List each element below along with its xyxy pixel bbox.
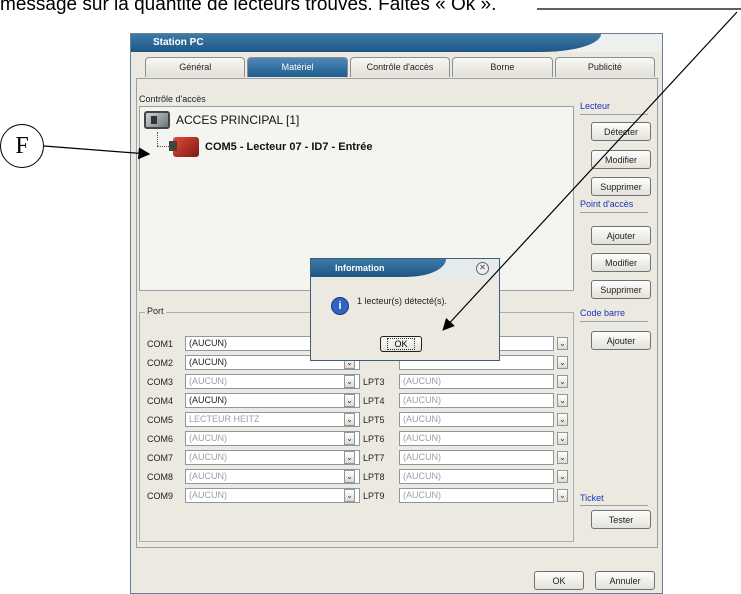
com-label: COM3 [147, 377, 174, 387]
chevron-down-icon[interactable]: ⌄ [557, 375, 568, 388]
divider [580, 212, 648, 213]
com-label: COM2 [147, 358, 174, 368]
chevron-down-icon[interactable]: ⌄ [557, 489, 568, 502]
modify-access-point-button[interactable]: Modifier [591, 253, 651, 272]
chevron-down-icon[interactable]: ⌄ [344, 451, 355, 464]
tab-bar: Général Matériel Contrôle d'accès Borne … [145, 57, 656, 78]
cancel-button[interactable]: Annuler [595, 571, 655, 590]
port-group-label: Port [145, 306, 166, 316]
com-select[interactable]: (AUCUN) [185, 431, 360, 446]
com-label: COM6 [147, 434, 174, 444]
chevron-down-icon[interactable]: ⌄ [344, 394, 355, 407]
chevron-down-icon[interactable]: ⌄ [344, 432, 355, 445]
dialog-titlebar: Information [311, 259, 499, 277]
reader-icon [169, 137, 199, 157]
divider [580, 114, 648, 115]
lpt-select[interactable]: (AUCUN) [399, 374, 554, 389]
chevron-down-icon[interactable]: ⌄ [344, 470, 355, 483]
lpt-label: LPT8 [363, 472, 385, 482]
add-barcode-button[interactable]: Ajouter [591, 331, 651, 350]
info-icon: i [331, 297, 349, 315]
access-point-group-label: Point d'accès [580, 199, 634, 209]
lpt-label: LPT3 [363, 377, 385, 387]
tree-node-reader[interactable]: COM5 - Lecteur 07 - ID7 - Entrée [169, 137, 373, 157]
lpt-select[interactable]: (AUCUN) [399, 488, 554, 503]
chevron-down-icon[interactable]: ⌄ [557, 394, 568, 407]
tree-root-label: ACCES PRINCIPAL [1] [176, 113, 300, 127]
com-select[interactable]: (AUCUN) [185, 374, 360, 389]
close-icon[interactable]: ✕ [476, 262, 489, 275]
information-dialog: Information ✕ i 1 lecteur(s) détecté(s).… [310, 258, 500, 361]
lpt-label: LPT5 [363, 415, 385, 425]
lecteur-group-label: Lecteur [580, 101, 611, 111]
chevron-down-icon[interactable]: ⌄ [557, 356, 568, 369]
tree-connector [157, 132, 158, 146]
ticket-group-label: Ticket [580, 493, 604, 503]
chevron-down-icon[interactable]: ⌄ [344, 413, 355, 426]
access-control-group-label: Contrôle d'accès [139, 94, 206, 104]
divider [580, 321, 648, 322]
tab-materiel[interactable]: Matériel [247, 57, 348, 77]
lpt-label: LPT9 [363, 491, 385, 501]
lpt-label: LPT7 [363, 453, 385, 463]
delete-reader-button[interactable]: Supprimer [591, 177, 651, 196]
tab-controle-acces[interactable]: Contrôle d'accès [349, 57, 451, 77]
tab-general[interactable]: Général [145, 57, 246, 77]
detect-button[interactable]: Détecter [591, 122, 651, 141]
com-label: COM4 [147, 396, 174, 406]
chevron-down-icon[interactable]: ⌄ [557, 337, 568, 350]
callout-circle: F [0, 124, 44, 168]
com-label: COM1 [147, 339, 174, 349]
test-ticket-button[interactable]: Tester [591, 510, 651, 529]
chevron-down-icon[interactable]: ⌄ [557, 451, 568, 464]
com-select[interactable]: LECTEUR HEITZ [185, 412, 360, 427]
dialog-ok-label: OK [387, 338, 415, 350]
lpt-select[interactable]: (AUCUN) [399, 412, 554, 427]
com-select[interactable]: (AUCUN) [185, 393, 360, 408]
barcode-group-label: Code barre [580, 308, 626, 318]
com-label: COM9 [147, 491, 174, 501]
window-titlebar: Station PC [131, 34, 662, 52]
tab-publicite[interactable]: Publicité [554, 57, 656, 77]
dialog-ok-button[interactable]: OK [380, 336, 422, 352]
tree-child-label: COM5 - Lecteur 07 - ID7 - Entrée [205, 141, 373, 153]
com-select[interactable]: (AUCUN) [185, 469, 360, 484]
com-label: COM8 [147, 472, 174, 482]
com-label: COM7 [147, 453, 174, 463]
lpt-select[interactable]: (AUCUN) [399, 469, 554, 484]
com-label: COM5 [147, 415, 174, 425]
chevron-down-icon[interactable]: ⌄ [557, 413, 568, 426]
tree-node-root[interactable]: ACCES PRINCIPAL [1] [144, 111, 299, 129]
lpt-select[interactable]: (AUCUN) [399, 393, 554, 408]
add-access-point-button[interactable]: Ajouter [591, 226, 651, 245]
lpt-select[interactable]: (AUCUN) [399, 450, 554, 465]
com-select[interactable]: (AUCUN) [185, 488, 360, 503]
lpt-label: LPT6 [363, 434, 385, 444]
window-title: Station PC [153, 37, 204, 48]
tab-borne[interactable]: Borne [452, 57, 553, 77]
delete-access-point-button[interactable]: Supprimer [591, 280, 651, 299]
dialog-message: 1 lecteur(s) détecté(s). [357, 296, 448, 306]
modify-reader-button[interactable]: Modifier [591, 150, 651, 169]
ok-button[interactable]: OK [534, 571, 584, 590]
dialog-title: Information [335, 263, 385, 273]
com-select[interactable]: (AUCUN) [185, 450, 360, 465]
instruction-caption: message sur la quantité de lecteurs trou… [0, 0, 497, 15]
chevron-down-icon[interactable]: ⌄ [557, 470, 568, 483]
access-point-icon [144, 111, 170, 129]
chevron-down-icon[interactable]: ⌄ [557, 432, 568, 445]
lpt-select[interactable]: (AUCUN) [399, 431, 554, 446]
chevron-down-icon[interactable]: ⌄ [344, 489, 355, 502]
lpt-label: LPT4 [363, 396, 385, 406]
chevron-down-icon[interactable]: ⌄ [344, 375, 355, 388]
divider [580, 505, 648, 506]
